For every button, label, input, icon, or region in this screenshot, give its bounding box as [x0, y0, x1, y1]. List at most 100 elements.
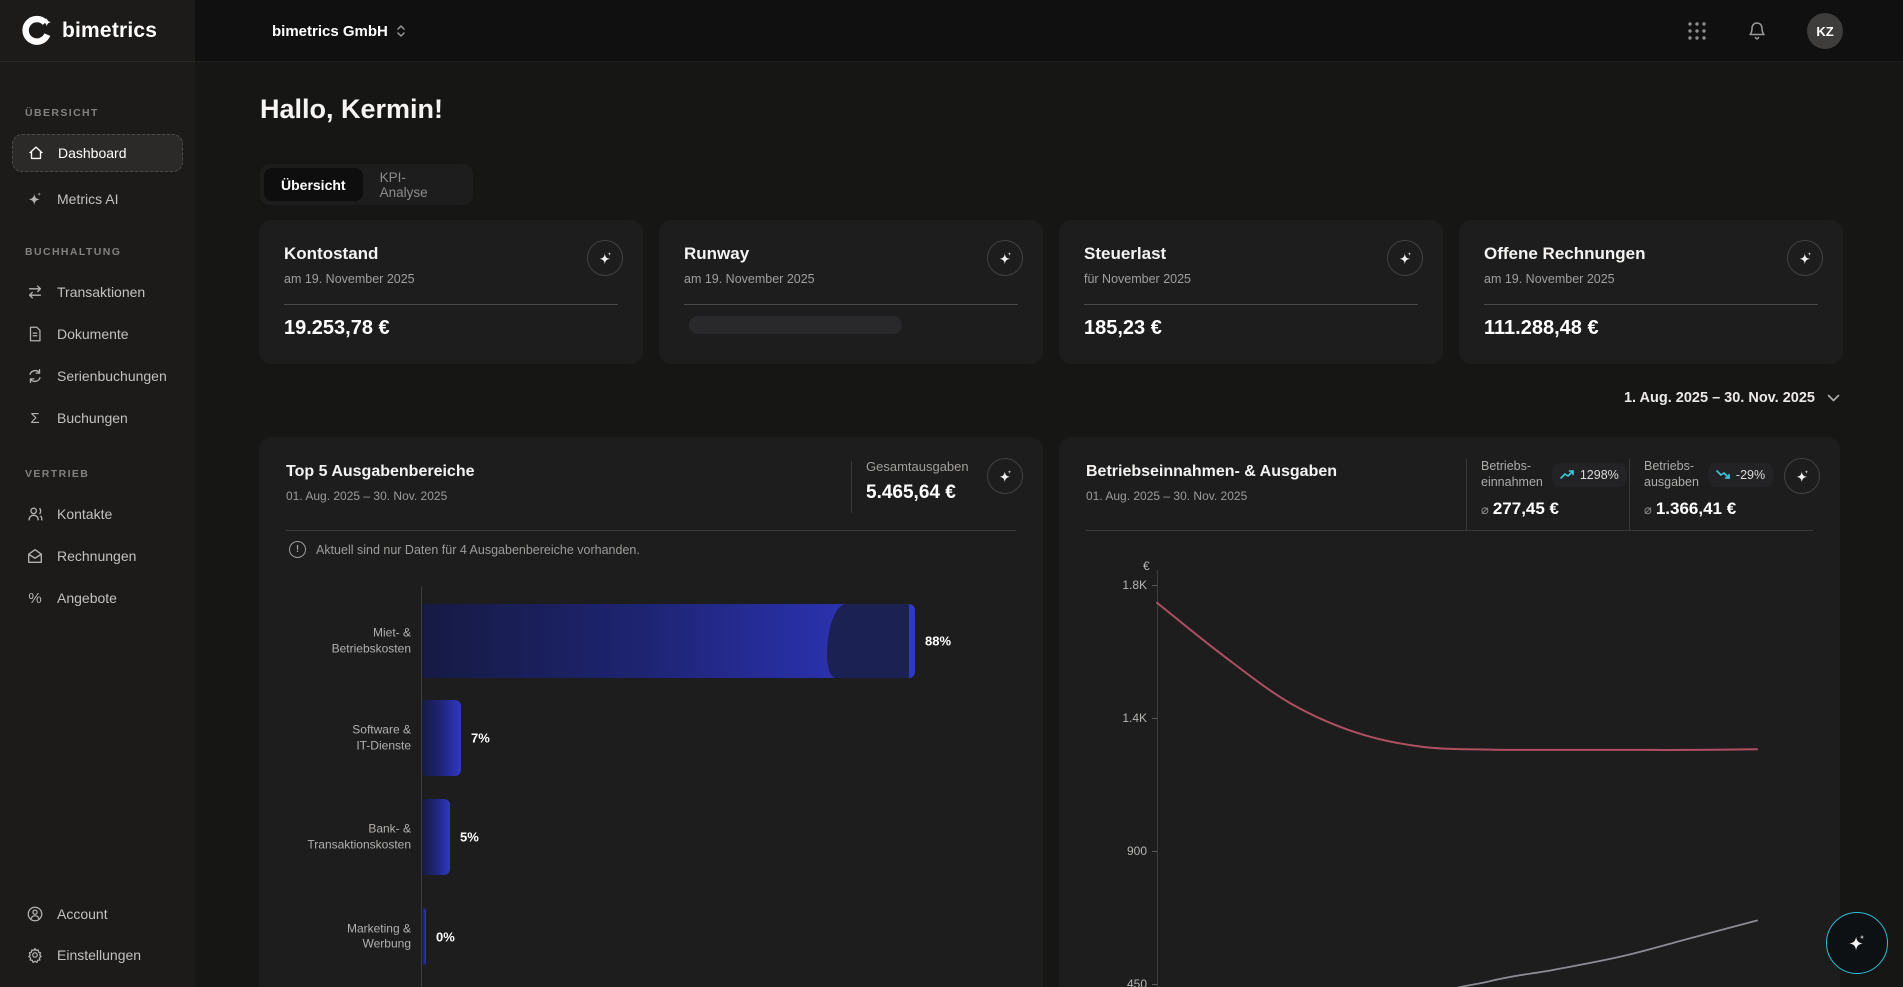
sparkle-icon [1846, 932, 1868, 954]
avg-symbol: ⌀ [1481, 502, 1489, 517]
sidebar-item-metrics-ai[interactable]: Metrics AI [12, 180, 183, 218]
bar-label: Bank- & Transaktionskosten [261, 821, 411, 852]
chevron-down-icon [1827, 394, 1840, 402]
page-title: Hallo, Kermin! [260, 94, 443, 125]
divider [851, 461, 852, 513]
sidebar-item-kontakte[interactable]: Kontakte [12, 495, 183, 533]
avg-value: 277,45 € [1493, 499, 1559, 518]
ai-sparkle-button[interactable] [1387, 240, 1423, 276]
bar-row-bank-transaktion: Bank- & Transaktionskosten 5% [259, 799, 1043, 875]
transfer-icon [26, 283, 44, 301]
envelope-icon [26, 547, 44, 565]
bar-value: 5% [460, 830, 479, 845]
kpi-card-runway: Runway am 19. November 2025 [659, 220, 1043, 364]
sidebar-item-transaktionen[interactable]: Transaktionen [12, 273, 183, 311]
account-icon [26, 905, 44, 923]
sidebar-item-dokumente[interactable]: Dokumente [12, 315, 183, 353]
bar-label: Marketing & Werbung [261, 921, 411, 952]
bar-value: 7% [471, 731, 490, 746]
bar-value: 88% [925, 634, 951, 649]
card-subtitle: 01. Aug. 2025 – 30. Nov. 2025 [286, 489, 447, 503]
stat-betriebseinnahmen: Betriebs- einnahmen 1298% ⌀ 277,45 € [1466, 459, 1616, 531]
brand-logo[interactable]: bimetrics [0, 0, 195, 62]
bar-label: Miet- & Betriebskosten [261, 625, 411, 656]
sidebar-item-buchungen[interactable]: Σ Buchungen [12, 399, 183, 437]
date-range-selector[interactable]: 1. Aug. 2025 – 30. Nov. 2025 [1624, 390, 1840, 406]
sidebar-item-rechnungen[interactable]: Rechnungen [12, 537, 183, 575]
bar [422, 700, 461, 776]
sidebar-item-account[interactable]: Account [12, 895, 183, 933]
kpi-value: 19.253,78 € [284, 317, 390, 340]
app-window: bimetrics ÜBERSICHT Dashboard Metrics AI… [0, 0, 1903, 987]
divider [284, 304, 618, 305]
bar [422, 799, 450, 875]
tab-kpi-analyse[interactable]: KPI-Analyse [363, 168, 469, 201]
card-title: Betriebseinnahmen- & Ausgaben [1086, 463, 1337, 481]
kpi-title: Offene Rechnungen [1484, 244, 1646, 264]
info-icon: ! [289, 541, 306, 558]
stat-average: ⌀ 1.366,41 € [1644, 499, 1779, 519]
bar [422, 908, 426, 965]
avatar[interactable]: KZ [1807, 13, 1843, 49]
bimetrics-logo-icon [20, 14, 53, 47]
date-range-label: 1. Aug. 2025 – 30. Nov. 2025 [1624, 390, 1815, 406]
ai-sparkle-button[interactable] [587, 240, 623, 276]
loading-skeleton [689, 316, 902, 334]
notice-text: Aktuell sind nur Daten für 4 Ausgabenber… [316, 543, 640, 557]
sidebar-item-label: Einstellungen [57, 947, 141, 963]
sparkle-icon [26, 190, 44, 208]
avg-value: 1.366,41 € [1656, 499, 1736, 518]
tab-uebersicht[interactable]: Übersicht [264, 168, 363, 201]
line-chart [1059, 547, 1840, 987]
kpi-value: 111.288,48 € [1484, 317, 1599, 340]
sidebar-item-serienbuchungen[interactable]: Serienbuchungen [12, 357, 183, 395]
home-icon [27, 144, 45, 162]
bell-icon[interactable] [1747, 20, 1767, 42]
kpi-title: Steuerlast [1084, 244, 1166, 264]
kpi-title: Kontostand [284, 244, 378, 264]
section-label-uebersicht: ÜBERSICHT [25, 107, 99, 119]
contacts-icon [26, 505, 44, 523]
kpi-value: 185,23 € [1084, 317, 1162, 340]
apps-grid-icon[interactable] [1687, 21, 1707, 41]
sidebar-item-label: Dokumente [57, 326, 129, 342]
company-selector[interactable]: bimetrics GmbH [272, 0, 406, 62]
ai-assistant-fab[interactable] [1826, 912, 1888, 974]
company-name: bimetrics GmbH [272, 23, 388, 40]
top5-ausgaben-card: Top 5 Ausgabenbereiche 01. Aug. 2025 – 3… [259, 437, 1043, 987]
sidebar-item-label: Rechnungen [57, 548, 136, 564]
document-icon [26, 325, 44, 343]
ai-sparkle-button[interactable] [987, 240, 1023, 276]
tab-bar: Übersicht KPI-Analyse [260, 164, 473, 205]
divider [1084, 304, 1418, 305]
divider [1086, 530, 1813, 531]
trend-badge: 1298% [1552, 463, 1627, 487]
percent-icon: % [26, 590, 44, 607]
sidebar-item-label: Buchungen [57, 410, 128, 426]
repeat-icon [26, 367, 44, 385]
sidebar-item-label: Kontakte [57, 506, 112, 522]
bar-label: Software & IT-Dienste [261, 722, 411, 753]
badge-value: 1298% [1580, 468, 1619, 482]
divider [286, 530, 1016, 531]
kpi-subtitle: am 19. November 2025 [684, 272, 815, 286]
total-label: Gesamtausgaben [866, 459, 969, 474]
ai-sparkle-button[interactable] [1787, 240, 1823, 276]
sidebar-item-dashboard[interactable]: Dashboard [12, 134, 183, 172]
stat-label: Betriebs- einnahmen [1481, 459, 1543, 490]
sidebar-item-label: Dashboard [58, 145, 127, 161]
divider [684, 304, 1018, 305]
kpi-subtitle: für November 2025 [1084, 272, 1191, 286]
sidebar-item-einstellungen[interactable]: Einstellungen [12, 936, 183, 974]
sparkle-icon [997, 250, 1014, 267]
badge-value: -29% [1736, 468, 1765, 482]
section-label-vertrieb: VERTRIEB [25, 468, 89, 480]
sidebar-item-angebote[interactable]: % Angebote [12, 579, 183, 617]
gesamtausgaben-block: Gesamtausgaben 5.465,64 € [866, 459, 969, 504]
ai-sparkle-button[interactable] [987, 458, 1023, 494]
avg-symbol: ⌀ [1644, 502, 1652, 517]
trend-badge: -29% [1708, 463, 1773, 487]
sidebar: bimetrics ÜBERSICHT Dashboard Metrics AI… [0, 0, 195, 987]
stat-average: ⌀ 277,45 € [1481, 499, 1616, 519]
ai-sparkle-button[interactable] [1784, 458, 1820, 494]
